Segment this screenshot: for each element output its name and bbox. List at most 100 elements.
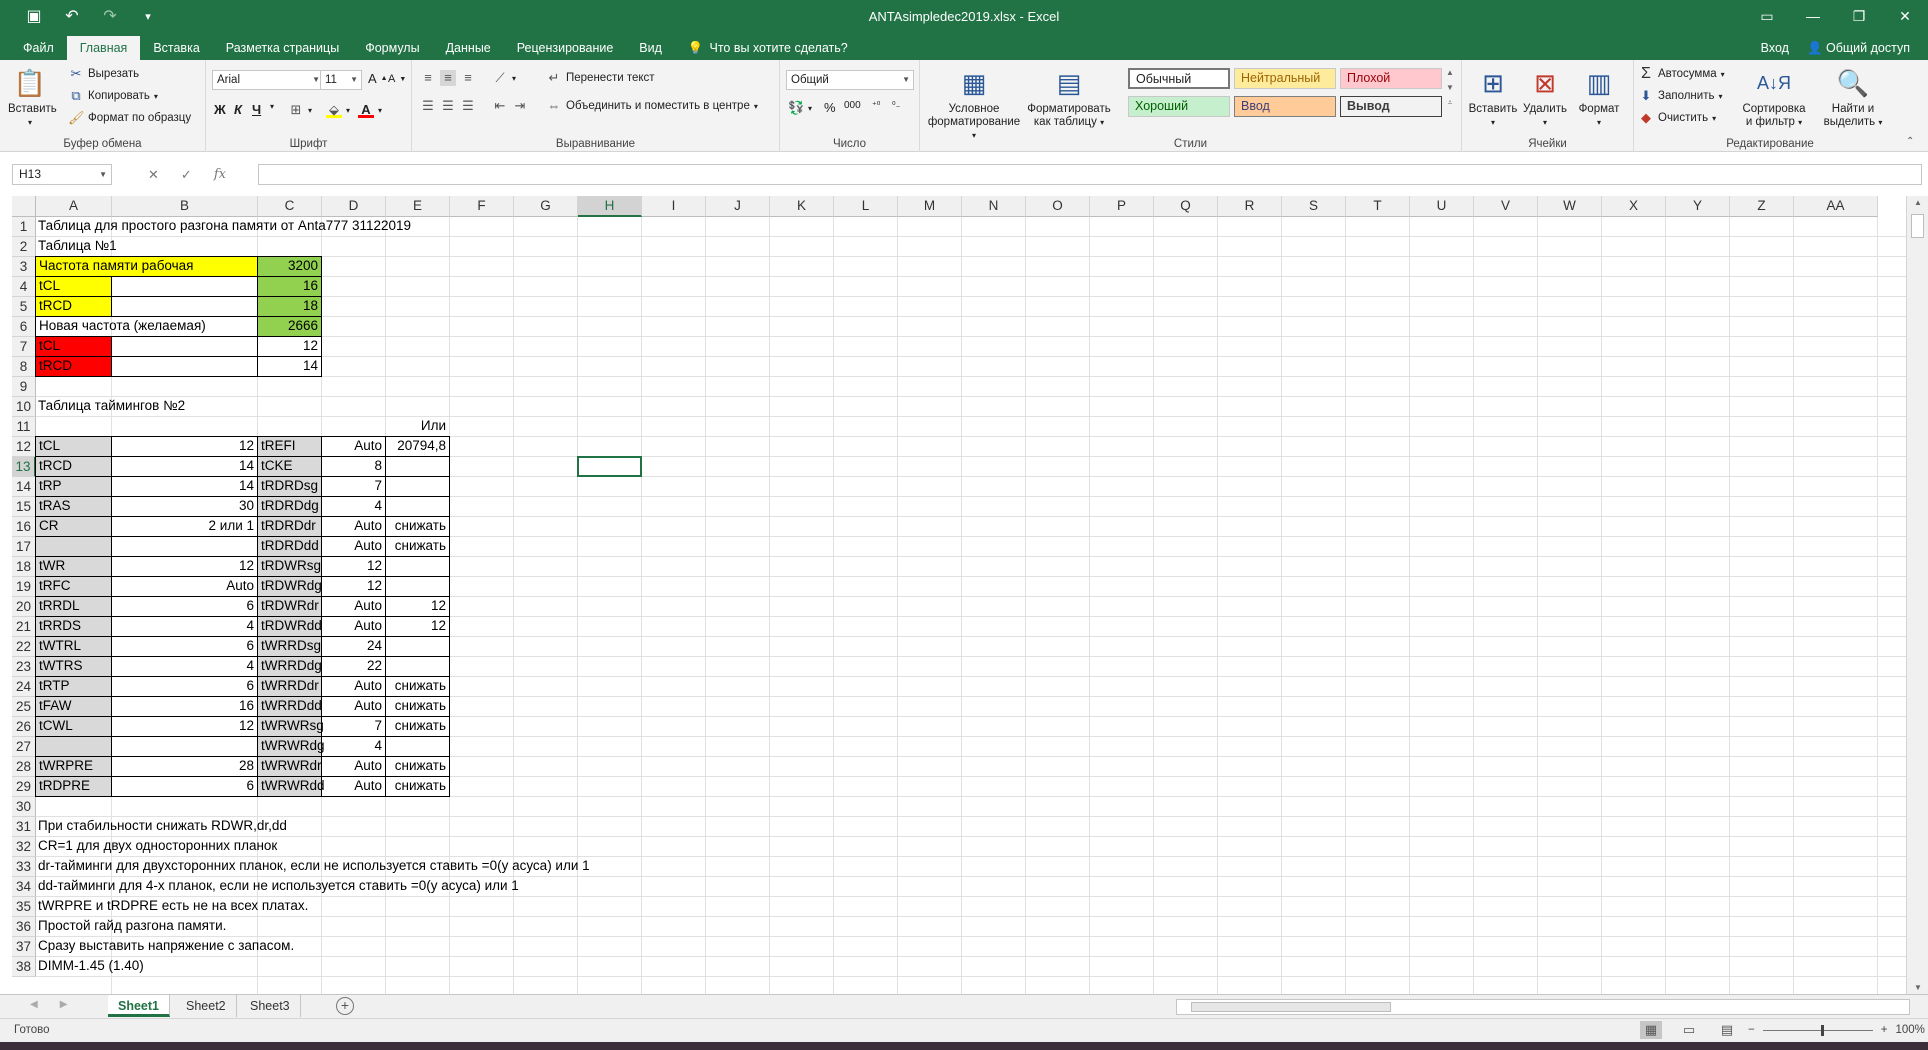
autosum-button[interactable]: Σ Автосумма ▾ [1638,66,1725,82]
zoom-slider[interactable] [1762,1024,1873,1036]
cell-C17[interactable]: tRDRDdd [257,536,322,557]
vertical-scroll-thumb[interactable] [1911,214,1924,238]
decrease-indent-icon[interactable]: ⇤ [492,98,508,114]
page-break-view-icon[interactable]: ▤ [1716,1021,1738,1039]
underline-dropdown[interactable]: ▾ [270,102,274,111]
cell-E15[interactable] [385,496,450,517]
cell-A36[interactable]: Простой гайд разгона памяти. [35,916,229,936]
cell-A37[interactable]: Сразу выставить напряжение с запасом. [35,936,297,956]
tab-1[interactable]: Главная [66,36,141,60]
cell-B29[interactable]: 6 [111,776,258,797]
cell-D24[interactable]: Auto [321,676,386,697]
wrap-text-button[interactable]: ↵ Перенести текст [546,70,655,86]
cell-A14[interactable]: tRP [35,476,112,497]
cell-C18[interactable]: tRDWRsg [257,556,322,577]
column-header-W[interactable]: W [1538,196,1602,217]
fill-button[interactable]: ⬇ Заполнить ▾ [1638,88,1723,104]
grow-font-button[interactable]: A ▲ [368,71,388,86]
row-header-32[interactable]: 32 [12,837,36,857]
cell-E28[interactable]: снижать [385,756,450,777]
row-header-34[interactable]: 34 [12,877,36,897]
cell-E18[interactable] [385,556,450,577]
cell-D27[interactable]: 4 [321,736,386,757]
ribbon-display-icon[interactable]: ▭ [1744,0,1790,32]
sheet-tab-3[interactable]: Sheet3 [240,995,301,1017]
column-header-E[interactable]: E [386,196,450,217]
cell-E16[interactable]: снижать [385,516,450,537]
sheet-tab-2[interactable]: Sheet2 [176,995,237,1017]
row-header-14[interactable]: 14 [12,477,36,497]
cell-E29[interactable]: снижать [385,776,450,797]
row-header-8[interactable]: 8 [12,357,36,377]
cell-B8[interactable] [111,356,258,377]
percent-button[interactable]: % [824,100,836,115]
cell-C25[interactable]: tWRRDdd [257,696,322,717]
add-sheet-icon[interactable]: + [336,997,354,1015]
cell-A20[interactable]: tRRDL [35,596,112,617]
column-header-U[interactable]: U [1410,196,1474,217]
orientation-icon[interactable]: ⟋ ▾ [492,70,516,86]
cell-B14[interactable]: 14 [111,476,258,497]
sheet-tab-1[interactable]: Sheet1 [108,995,170,1017]
cell-E25[interactable]: снижать [385,696,450,717]
column-header-Z[interactable]: Z [1730,196,1794,217]
cell-D19[interactable]: 12 [321,576,386,597]
cell-D29[interactable]: Auto [321,776,386,797]
align-left-icon[interactable]: ☰ [420,98,436,114]
cell-C5[interactable]: 18 [257,296,322,317]
cell-D14[interactable]: 7 [321,476,386,497]
row-header-19[interactable]: 19 [12,577,36,597]
cell-C12[interactable]: tREFI [257,436,322,457]
cell-C8[interactable]: 14 [257,356,322,377]
cell-A35[interactable]: tWRPRE и tRDPRE есть не на всех платах. [35,896,311,916]
column-header-H[interactable]: H [578,196,642,217]
scroll-up-icon[interactable]: ▲ [1907,198,1928,207]
tell-me-box[interactable]: 💡 Что вы хотите сделать? [675,36,861,60]
row-header-15[interactable]: 15 [12,497,36,517]
cell-E17[interactable]: снижать [385,536,450,557]
cell-B23[interactable]: 4 [111,656,258,677]
next-sheet-icon[interactable]: ▶ [60,999,68,1010]
minimize-icon[interactable]: — [1790,0,1836,32]
cell-A4[interactable]: tCL [35,276,112,297]
row-header-26[interactable]: 26 [12,717,36,737]
insert-cells-button[interactable]: ⊞ Вставить ▾ [1468,66,1518,129]
cell-C16[interactable]: tRDRDdr [257,516,322,537]
cell-A33[interactable]: dr-тайминги для двухсторонних планок, ес… [35,856,593,876]
cell-B18[interactable]: 12 [111,556,258,577]
row-header-24[interactable]: 24 [12,677,36,697]
column-header-L[interactable]: L [834,196,898,217]
cell-B15[interactable]: 30 [111,496,258,517]
row-header-35[interactable]: 35 [12,897,36,917]
cell-B13[interactable]: 14 [111,456,258,477]
formula-input[interactable] [258,164,1922,185]
style-output[interactable]: Вывод [1340,96,1442,117]
format-as-table-button[interactable]: ▤ Форматировать как таблицу ▾ [1026,66,1112,129]
cell-C13[interactable]: tCKE [257,456,322,477]
collapse-ribbon-icon[interactable]: ⌃ [1906,136,1914,147]
column-header-F[interactable]: F [450,196,514,217]
row-header-6[interactable]: 6 [12,317,36,337]
cell-D15[interactable]: 4 [321,496,386,517]
row-header-12[interactable]: 12 [12,437,36,457]
cell-D26[interactable]: 7 [321,716,386,737]
cell-C27[interactable]: tWRWRdg [257,736,325,757]
row-header-10[interactable]: 10 [12,397,36,417]
cell-C28[interactable]: tWRWRdr [257,756,322,777]
cell-A22[interactable]: tWTRL [35,636,112,657]
select-all-corner[interactable] [12,196,36,217]
vertical-scrollbar[interactable]: ▲ ▼ [1906,196,1928,994]
normal-view-icon[interactable]: ▦ [1640,1021,1662,1039]
borders-button[interactable]: ⊞ ▾ [288,102,312,118]
row-header-9[interactable]: 9 [12,377,36,397]
cell-E22[interactable] [385,636,450,657]
cell-C20[interactable]: tRDWRdr [257,596,322,617]
column-header-I[interactable]: I [642,196,706,217]
cell-A8[interactable]: tRCD [35,356,112,377]
row-header-37[interactable]: 37 [12,937,36,957]
row-header-36[interactable]: 36 [12,917,36,937]
signin-link[interactable]: Вход [1761,36,1789,60]
currency-button[interactable]: 💱 ▾ [788,100,812,116]
conditional-format-button[interactable]: ▦ Условное форматирование ▾ [926,66,1022,142]
cell-B16[interactable]: 2 или 1 [111,516,258,537]
